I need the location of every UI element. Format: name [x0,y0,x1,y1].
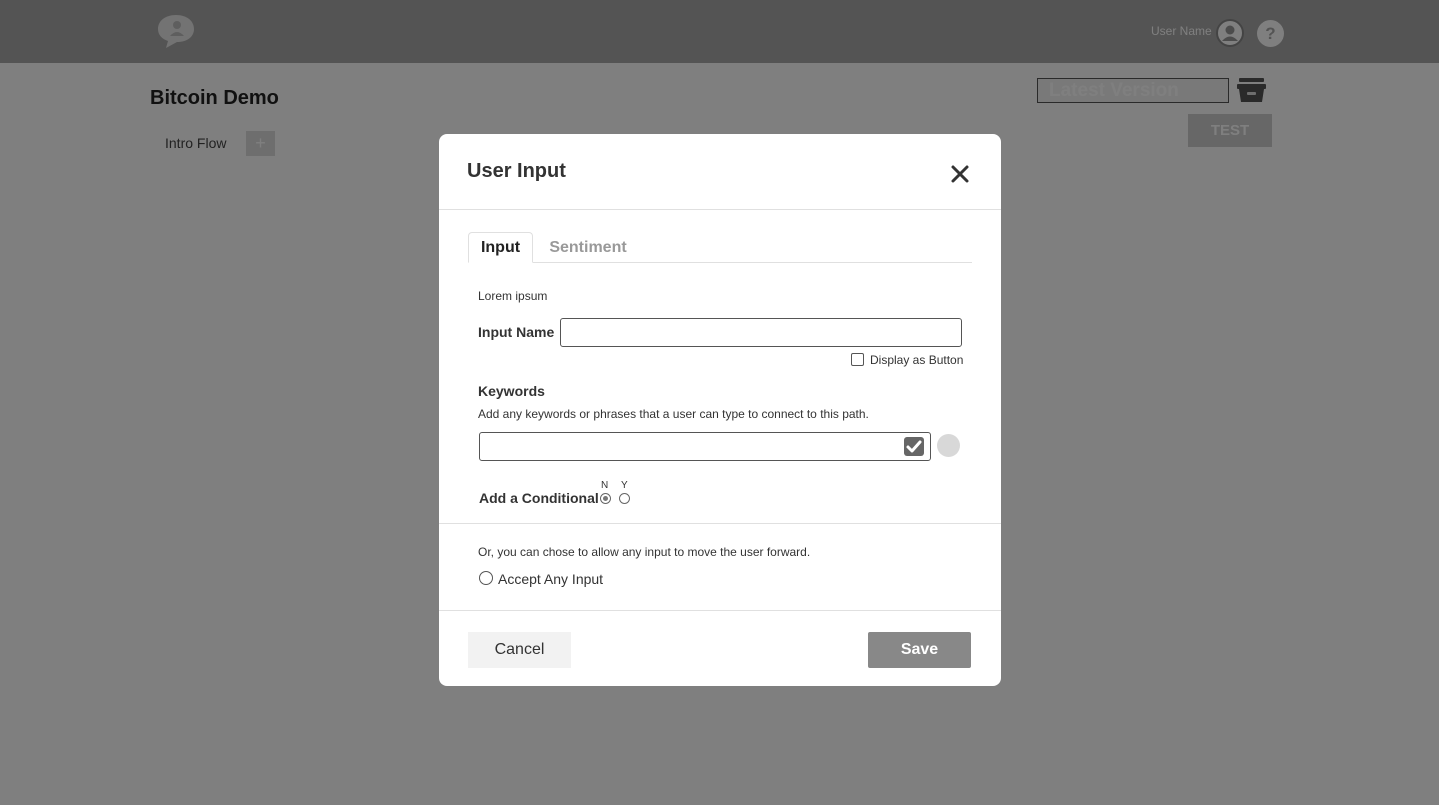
input-name-field[interactable] [560,318,962,347]
keywords-input[interactable] [479,432,931,461]
header-divider [439,209,1001,210]
accept-any-input-label[interactable]: Accept Any Input [498,571,603,587]
modal-title: User Input [467,160,566,182]
conditional-n-radio[interactable] [600,493,611,504]
cancel-button[interactable]: Cancel [468,632,571,668]
tab-sentiment[interactable]: Sentiment [543,232,633,263]
user-input-modal: User Input Input Sentiment Lorem ipsum I… [439,134,1001,686]
section-divider [439,523,1001,524]
display-as-button-label[interactable]: Display as Button [870,353,963,367]
accept-any-input-radio[interactable] [479,571,493,585]
checkmark-icon[interactable] [904,437,924,456]
radio-selected-dot [603,496,608,501]
conditional-y-label: Y [621,480,628,491]
conditional-n-label: N [601,480,609,491]
conditional-y-radio[interactable] [619,493,630,504]
footer-divider [439,610,1001,611]
display-as-button-checkbox[interactable] [851,353,864,366]
accept-any-help-text: Or, you can chose to allow any input to … [478,545,811,559]
close-icon[interactable] [948,162,972,186]
save-button[interactable]: Save [868,632,971,668]
keywords-help-text: Add any keywords or phrases that a user … [478,407,869,421]
keywords-heading: Keywords [478,383,545,399]
input-name-label: Input Name [478,324,555,340]
description-text: Lorem ipsum [478,289,548,303]
add-keyword-button[interactable] [937,434,960,457]
tab-input[interactable]: Input [468,232,533,263]
conditional-label: Add a Conditional [479,490,599,506]
